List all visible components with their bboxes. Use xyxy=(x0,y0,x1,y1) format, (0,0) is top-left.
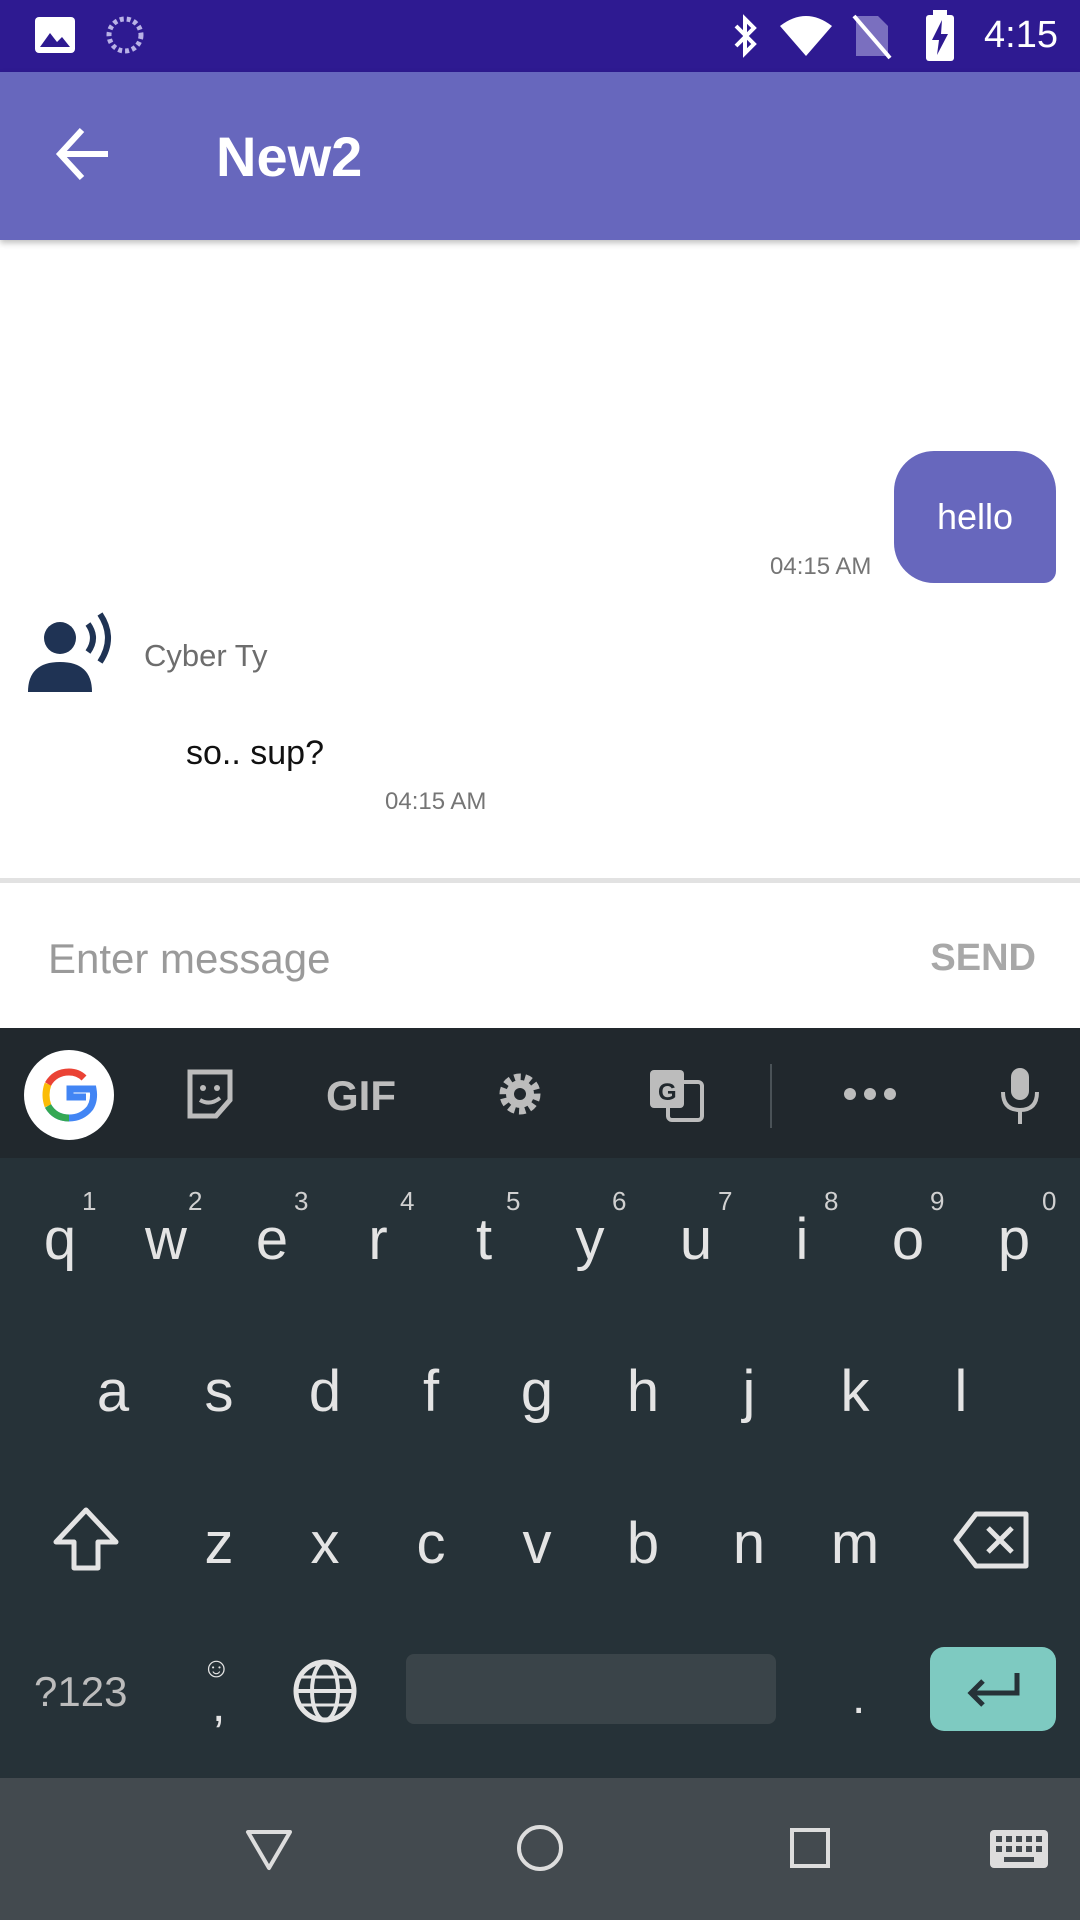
outgoing-message-text: hello xyxy=(936,496,1014,537)
no-sim-icon xyxy=(852,14,892,60)
send-button[interactable]: SEND xyxy=(930,937,1036,980)
outgoing-message-bubble[interactable]: hello xyxy=(894,451,1056,583)
enter-icon xyxy=(967,1673,1020,1707)
key-l[interactable]: l xyxy=(911,1358,1011,1425)
record-voice-icon xyxy=(28,612,111,692)
enter-key[interactable] xyxy=(930,1647,1056,1731)
keyboard-toolbar: GIF G xyxy=(0,1028,1080,1158)
sticker-icon[interactable] xyxy=(184,1068,236,1120)
key-hint-1: 1 xyxy=(82,1186,97,1216)
sender-name: Cyber Ty xyxy=(144,638,268,673)
bluetooth-icon xyxy=(734,14,757,58)
key-m[interactable]: m xyxy=(805,1510,905,1577)
key-hint-6: 6 xyxy=(612,1186,627,1216)
more-icon[interactable] xyxy=(842,1084,898,1104)
key-hint-0: 0 xyxy=(1042,1186,1057,1216)
backspace-icon[interactable] xyxy=(952,1510,1032,1570)
wifi-icon xyxy=(780,16,832,56)
key-h[interactable]: h xyxy=(593,1358,693,1425)
key-hint-5: 5 xyxy=(506,1186,521,1216)
key-n[interactable]: n xyxy=(699,1510,799,1577)
keyboard: q w e r t y u i o p 1 2 3 4 5 6 7 8 9 0 … xyxy=(0,1158,1080,1778)
comma-key[interactable]: , xyxy=(212,1678,225,1733)
key-z[interactable]: z xyxy=(169,1510,269,1577)
space-key[interactable] xyxy=(406,1654,776,1724)
svg-text:G: G xyxy=(658,1079,677,1106)
home-icon[interactable] xyxy=(514,1822,566,1874)
key-hint-3: 3 xyxy=(294,1186,309,1216)
keyboard-switch-icon[interactable] xyxy=(988,1828,1050,1870)
key-v[interactable]: v xyxy=(487,1510,587,1577)
message-input[interactable]: Enter message xyxy=(48,935,330,983)
key-hint-7: 7 xyxy=(718,1186,733,1216)
settings-icon[interactable] xyxy=(494,1068,546,1120)
key-s[interactable]: s xyxy=(169,1358,269,1425)
recents-icon[interactable] xyxy=(788,1826,832,1870)
arrow-back-icon[interactable] xyxy=(52,122,116,186)
globe-icon[interactable] xyxy=(292,1658,358,1724)
toolbar-divider xyxy=(770,1064,772,1128)
outgoing-message-time: 04:15 AM xyxy=(770,553,872,580)
message-composer: Enter message SEND xyxy=(0,883,1080,1028)
gif-button[interactable]: GIF xyxy=(326,1072,396,1120)
key-c[interactable]: c xyxy=(381,1510,481,1577)
status-bar: 4:15 xyxy=(0,0,1080,72)
battery-charging-icon xyxy=(926,10,954,61)
incoming-message-time: 04:15 AM xyxy=(385,788,487,815)
shift-icon[interactable] xyxy=(52,1506,120,1574)
key-g[interactable]: g xyxy=(487,1358,587,1425)
key-j[interactable]: j xyxy=(699,1358,799,1425)
status-time: 4:15 xyxy=(984,14,1058,56)
symbols-key[interactable]: ?123 xyxy=(34,1668,127,1716)
key-d[interactable]: d xyxy=(275,1358,375,1425)
key-hint-2: 2 xyxy=(188,1186,203,1216)
google-icon[interactable] xyxy=(24,1050,114,1140)
app-bar: New2 xyxy=(0,72,1080,240)
navigation-bar xyxy=(0,1778,1080,1920)
incoming-message-text[interactable]: so.. sup? xyxy=(186,734,324,773)
translate-icon[interactable]: G xyxy=(648,1068,704,1122)
key-b[interactable]: b xyxy=(593,1510,693,1577)
key-hint-4: 4 xyxy=(400,1186,415,1216)
back-icon[interactable] xyxy=(244,1828,294,1872)
key-x[interactable]: x xyxy=(275,1510,375,1577)
key-f[interactable]: f xyxy=(381,1358,481,1425)
page-title: New2 xyxy=(216,125,363,188)
mic-icon[interactable] xyxy=(998,1066,1042,1126)
image-icon xyxy=(35,17,75,53)
key-hint-8: 8 xyxy=(824,1186,839,1216)
period-key[interactable]: . xyxy=(852,1670,865,1725)
key-a[interactable]: a xyxy=(63,1358,163,1425)
key-k[interactable]: k xyxy=(805,1358,905,1425)
key-hint-9: 9 xyxy=(930,1186,945,1216)
sync-icon xyxy=(106,16,144,54)
